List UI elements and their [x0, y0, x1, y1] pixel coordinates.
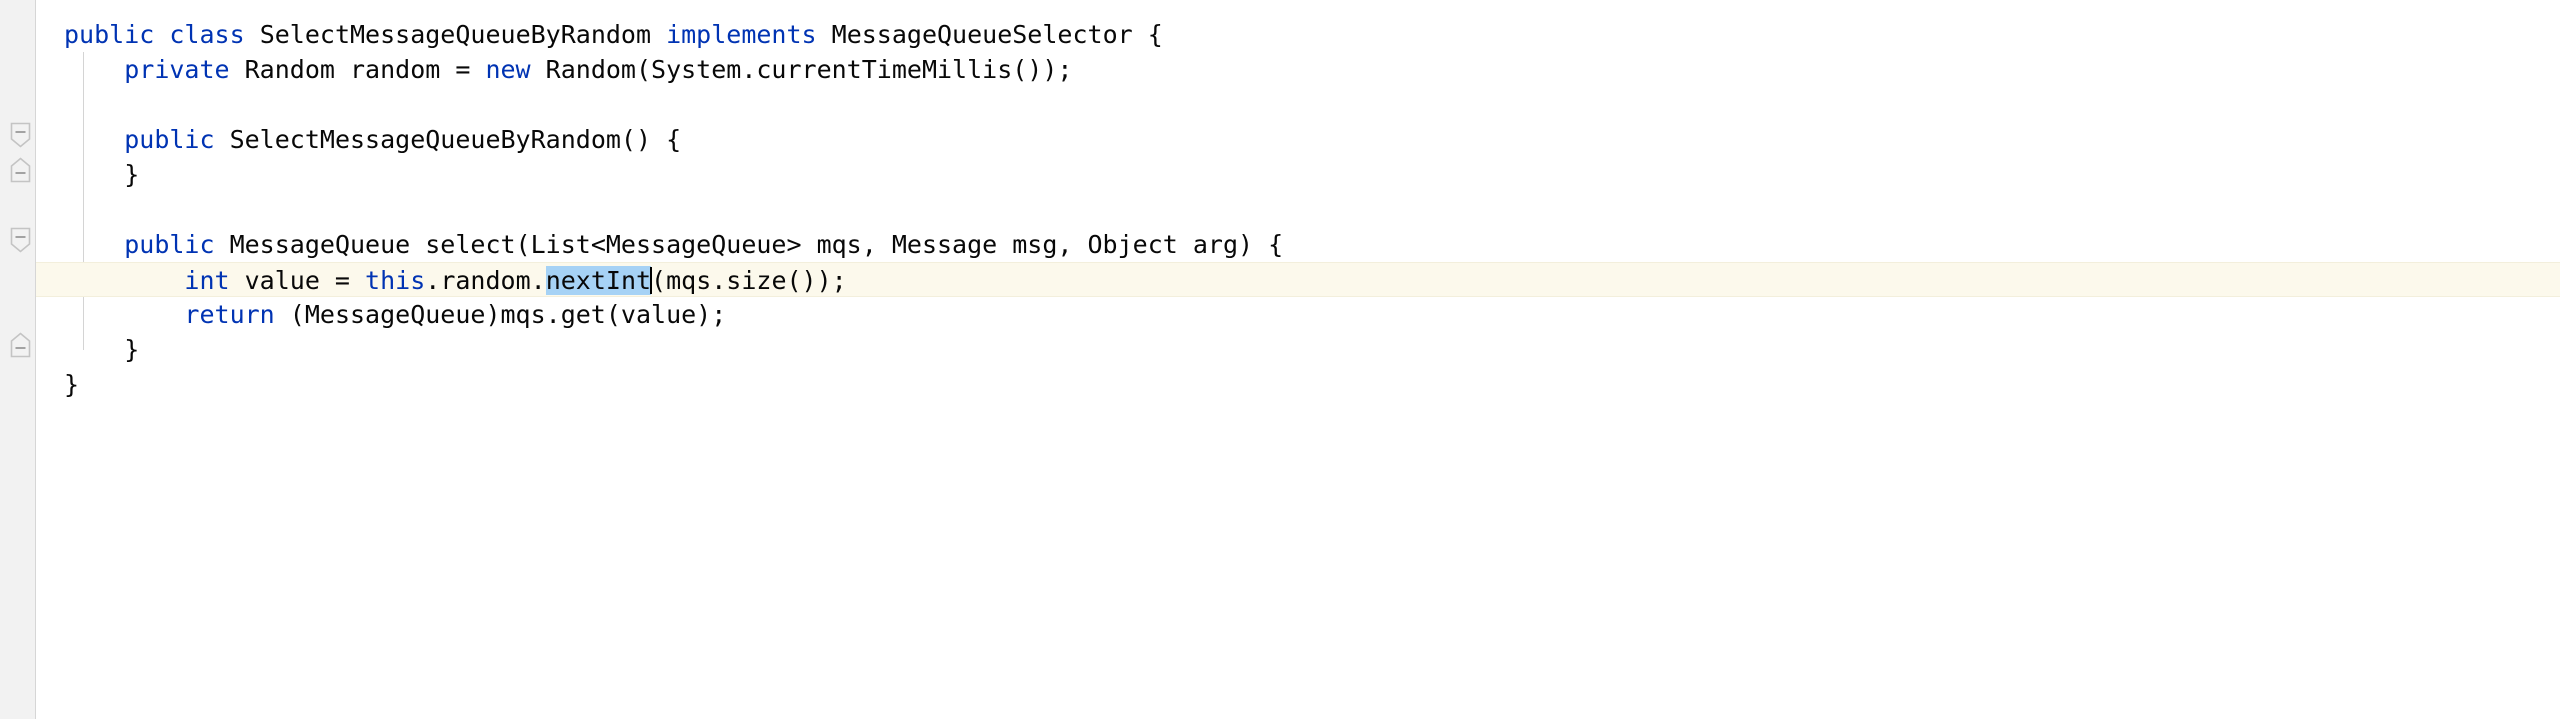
fold-collapse-icon[interactable] — [10, 122, 31, 148]
keyword-token: implements — [666, 20, 817, 49]
code-line-text: } — [36, 332, 139, 367]
code-token: (mqs.size()); — [651, 266, 847, 295]
selected-token: nextInt — [545, 266, 652, 295]
code-line[interactable]: return (MessageQueue)mqs.get(value); — [36, 297, 2560, 332]
fold-expand-end-icon[interactable] — [10, 332, 31, 358]
code-line-text: public SelectMessageQueueByRandom() { — [36, 122, 681, 157]
fold-expand-end-icon[interactable] — [10, 157, 31, 183]
code-token: value = — [229, 266, 366, 295]
code-line[interactable]: public class SelectMessageQueueByRandom … — [36, 17, 2560, 52]
code-line-text: public class SelectMessageQueueByRandom … — [36, 17, 1163, 52]
keyword-token: return — [184, 300, 275, 329]
keyword-token: public — [124, 230, 215, 259]
code-token: (MessageQueue)mqs.get(value); — [274, 300, 727, 329]
code-editor[interactable]: public class SelectMessageQueueByRandom … — [0, 0, 2560, 719]
code-line-text: return (MessageQueue)mqs.get(value); — [36, 297, 726, 332]
keyword-token: public — [64, 20, 155, 49]
code-line[interactable]: public SelectMessageQueueByRandom() { — [36, 122, 2560, 157]
keyword-token: public — [124, 125, 215, 154]
editor-gutter[interactable] — [0, 0, 36, 719]
fold-collapse-icon[interactable] — [10, 227, 31, 253]
code-line-text: int value = this.random.nextInt(mqs.size… — [36, 263, 847, 298]
keyword-token: int — [184, 266, 230, 295]
keyword-token: this — [365, 266, 426, 295]
code-line[interactable] — [36, 192, 2560, 227]
code-line[interactable]: private Random random = new Random(Syste… — [36, 52, 2560, 87]
code-token: Random random = — [229, 55, 486, 84]
code-token: } — [64, 160, 140, 189]
code-token: MessageQueueSelector { — [816, 20, 1163, 49]
code-line[interactable] — [36, 87, 2560, 122]
code-token: .random. — [425, 266, 546, 295]
code-line[interactable]: public MessageQueue select(List<MessageQ… — [36, 227, 2560, 262]
code-token: } — [64, 370, 80, 399]
code-line[interactable]: } — [36, 332, 2560, 367]
code-line[interactable]: } — [36, 157, 2560, 192]
code-line-text: public MessageQueue select(List<MessageQ… — [36, 227, 1283, 262]
code-line-current[interactable]: int value = this.random.nextInt(mqs.size… — [36, 262, 2560, 297]
keyword-token: private — [124, 55, 230, 84]
code-line[interactable]: } — [36, 367, 2560, 402]
keyword-token: new — [485, 55, 531, 84]
code-token: SelectMessageQueueByRandom() { — [214, 125, 682, 154]
keyword-token: class — [169, 20, 245, 49]
code-line-text: } — [36, 157, 139, 192]
code-token: MessageQueue select(List<MessageQueue> m… — [214, 230, 1284, 259]
code-token: SelectMessageQueueByRandom — [244, 20, 667, 49]
code-line-text: } — [36, 367, 79, 402]
code-token: Random(System.currentTimeMillis()); — [530, 55, 1073, 84]
code-token: } — [64, 335, 140, 364]
code-line-text: private Random random = new Random(Syste… — [36, 52, 1072, 87]
code-content-area[interactable]: public class SelectMessageQueueByRandom … — [36, 0, 2560, 719]
